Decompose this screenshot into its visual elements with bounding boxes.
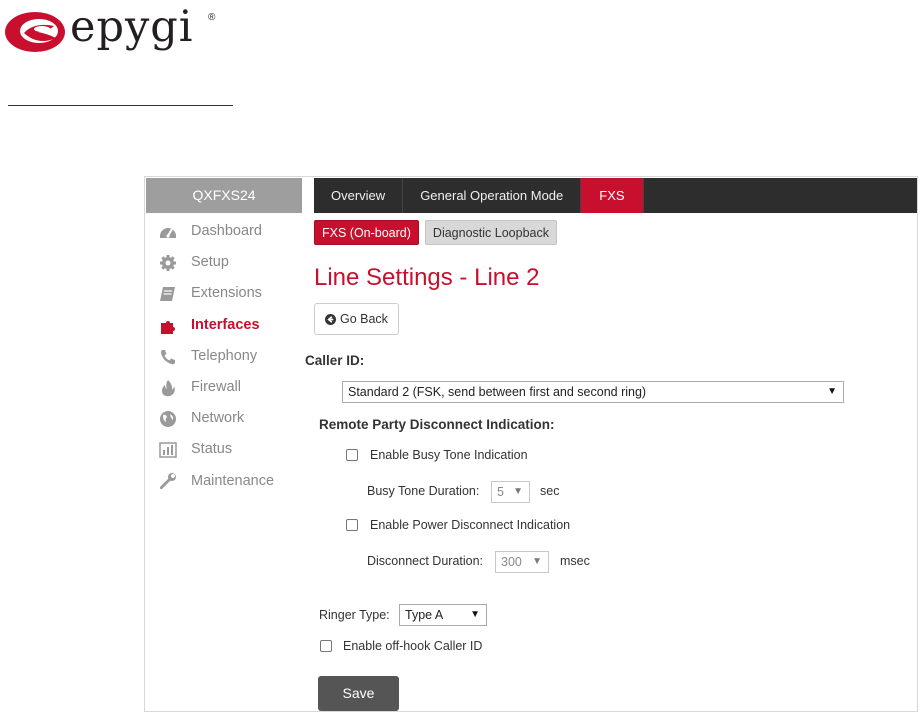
device-name: QXFXS24 bbox=[146, 178, 302, 213]
tab-general-operation-mode[interactable]: General Operation Mode bbox=[403, 178, 582, 213]
registered-mark: ® bbox=[208, 12, 216, 23]
globe-icon bbox=[159, 410, 177, 428]
sub-tab-bar: FXS (On-board) Diagnostic Loopback bbox=[314, 220, 557, 245]
logo-text: epygi bbox=[70, 2, 194, 52]
sidebar-item-label: Firewall bbox=[191, 378, 241, 395]
epygi-logo-mark-icon bbox=[5, 12, 65, 52]
epygi-logo: epygi ® bbox=[4, 2, 234, 54]
sidebar-item-telephony[interactable]: Telephony bbox=[146, 341, 302, 372]
puzzle-icon bbox=[159, 317, 177, 335]
top-tab-bar: Overview General Operation Mode FXS bbox=[314, 178, 917, 213]
bar-chart-icon bbox=[159, 441, 177, 459]
phone-icon bbox=[159, 348, 177, 366]
go-back-button[interactable]: Go Back bbox=[314, 303, 399, 335]
offhook-caller-id-label: Enable off-hook Caller ID bbox=[343, 639, 483, 653]
sidebar-item-label: Network bbox=[191, 410, 245, 427]
chevron-down-icon: ▼ bbox=[532, 556, 542, 567]
remote-party-label: Remote Party Disconnect Indication: bbox=[319, 417, 555, 432]
power-disconnect-checkbox[interactable] bbox=[346, 519, 358, 531]
disconnect-duration-value: 300 bbox=[501, 555, 522, 569]
chevron-down-icon: ▼ bbox=[513, 486, 523, 497]
wrench-icon bbox=[159, 472, 177, 491]
disconnect-duration-unit: msec bbox=[560, 554, 590, 568]
save-button[interactable]: Save bbox=[318, 676, 399, 711]
busy-tone-checkbox-label: Enable Busy Tone Indication bbox=[370, 448, 528, 462]
book-icon bbox=[159, 285, 177, 303]
busy-tone-duration-unit: sec bbox=[540, 484, 560, 498]
gear-icon bbox=[159, 254, 177, 272]
tab-overview[interactable]: Overview bbox=[314, 178, 404, 213]
busy-tone-duration-select[interactable]: 5 ▼ bbox=[491, 481, 530, 503]
offhook-caller-id-checkbox[interactable] bbox=[320, 640, 332, 652]
sidebar-item-status[interactable]: Status bbox=[146, 434, 302, 465]
ringer-type-label: Ringer Type: bbox=[319, 608, 390, 622]
caller-id-value: Standard 2 (FSK, send between first and … bbox=[348, 385, 647, 399]
sidebar-item-setup[interactable]: Setup bbox=[146, 247, 302, 278]
sidebar-item-network[interactable]: Network bbox=[146, 403, 302, 434]
sidebar-item-label: Interfaces bbox=[191, 316, 260, 333]
sidebar-item-label: Status bbox=[191, 441, 233, 458]
sidebar-nav: Dashboard Setup Extensions Interfaces Te… bbox=[146, 216, 302, 497]
sidebar-item-firewall[interactable]: Firewall bbox=[146, 372, 302, 403]
ringer-type-select[interactable]: Type A ▼ bbox=[399, 604, 487, 626]
sidebar-item-interfaces[interactable]: Interfaces bbox=[146, 310, 302, 341]
disconnect-duration-label: Disconnect Duration: bbox=[367, 554, 484, 568]
sidebar-item-dashboard[interactable]: Dashboard bbox=[146, 216, 302, 247]
chevron-down-icon: ▼ bbox=[827, 386, 837, 397]
header-divider bbox=[8, 105, 233, 106]
disconnect-duration-select[interactable]: 300 ▼ bbox=[495, 551, 549, 573]
power-disconnect-checkbox-label: Enable Power Disconnect Indication bbox=[370, 518, 571, 532]
tab-fxs[interactable]: FXS bbox=[581, 178, 644, 213]
chevron-down-icon: ▼ bbox=[470, 609, 480, 620]
ringer-type-value: Type A bbox=[405, 608, 444, 622]
sidebar-item-maintenance[interactable]: Maintenance bbox=[146, 466, 302, 497]
busy-tone-checkbox[interactable] bbox=[346, 449, 358, 461]
sidebar-item-label: Dashboard bbox=[191, 223, 262, 239]
go-back-label: Go Back bbox=[340, 312, 388, 326]
page-title: Line Settings - Line 2 bbox=[314, 264, 540, 291]
sidebar-item-label: Maintenance bbox=[191, 472, 275, 489]
caller-id-select[interactable]: Standard 2 (FSK, send between first and … bbox=[342, 381, 844, 403]
flame-icon bbox=[159, 379, 177, 397]
subtab-fxs-onboard[interactable]: FXS (On-board) bbox=[314, 220, 419, 245]
sidebar-item-label: Extensions bbox=[191, 285, 262, 302]
app-window: QXFXS24 Dashboard Setup Extensions Inter… bbox=[144, 176, 918, 712]
sidebar-item-label: Telephony bbox=[191, 347, 258, 364]
sidebar-item-extensions[interactable]: Extensions bbox=[146, 278, 302, 309]
sidebar: QXFXS24 Dashboard Setup Extensions Inter… bbox=[146, 178, 302, 712]
caller-id-label: Caller ID: bbox=[305, 353, 365, 368]
subtab-diagnostic-loopback[interactable]: Diagnostic Loopback bbox=[424, 220, 557, 245]
busy-tone-duration-value: 5 bbox=[497, 485, 504, 499]
dashboard-icon bbox=[159, 223, 177, 241]
sidebar-item-label: Setup bbox=[191, 254, 229, 271]
busy-tone-duration-label: Busy Tone Duration: bbox=[367, 484, 480, 498]
arrow-left-circle-icon bbox=[325, 313, 336, 325]
